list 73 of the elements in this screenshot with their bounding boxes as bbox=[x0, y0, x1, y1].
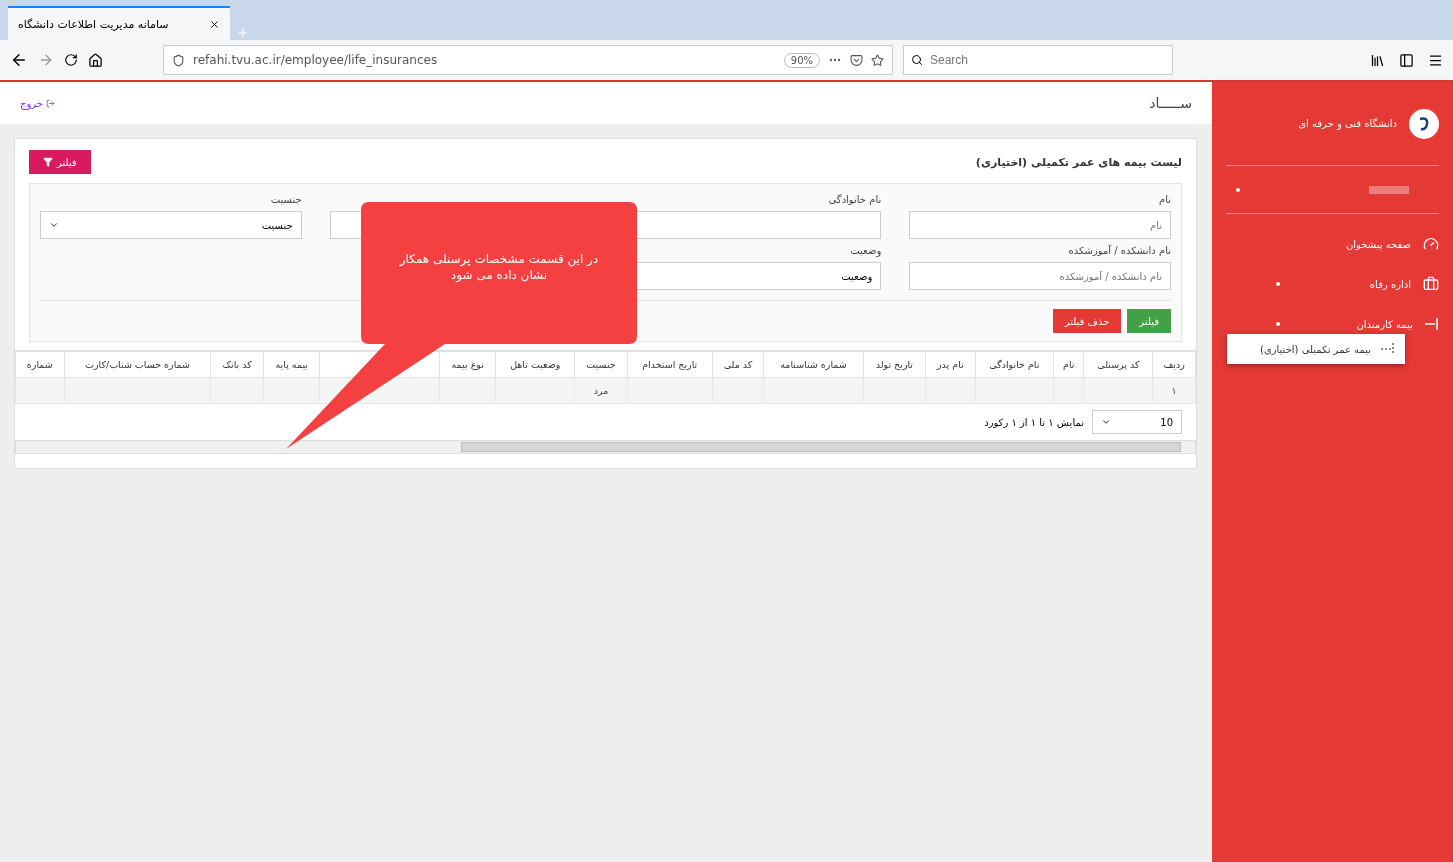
brand-name: ســـــاد bbox=[1149, 95, 1192, 111]
briefcase-icon bbox=[1423, 276, 1439, 292]
logo-icon bbox=[1409, 108, 1439, 139]
column-header[interactable]: کد بانک bbox=[210, 351, 264, 378]
table-cell: مرد bbox=[574, 377, 628, 404]
logout-link[interactable]: خروج bbox=[20, 97, 55, 109]
search-field[interactable]: Search bbox=[903, 45, 1173, 75]
field-label: وضعیت bbox=[849, 245, 882, 258]
column-header[interactable]: ردیف bbox=[1152, 351, 1196, 378]
table-cell bbox=[863, 377, 926, 404]
field-label: نام bbox=[1157, 194, 1171, 207]
clear-filter-button[interactable]: حذف فیلتر bbox=[1052, 309, 1122, 333]
dash-icon bbox=[1425, 318, 1439, 330]
table-cell bbox=[210, 377, 264, 404]
sidebar-item[interactable]: صفحه پیشخوان bbox=[1226, 224, 1439, 264]
org-name: دانشگاه فنی و حرفه ای bbox=[1298, 118, 1397, 129]
column-header[interactable]: شماره شناسنامه bbox=[763, 351, 863, 378]
field-label: نام خانوادگی bbox=[827, 194, 882, 207]
table-cell bbox=[1083, 377, 1153, 404]
submenu-item[interactable]: بیمه عمر تکمیلی (اختیاری) bbox=[1227, 334, 1405, 364]
dot-icon bbox=[1236, 187, 1240, 192]
dash-icon bbox=[1381, 343, 1395, 355]
page-title: لیست بیمه های عمر تکمیلی (اختیاری) bbox=[975, 155, 1182, 169]
record-summary: نمایش ۱ تا ۱ از ۱ رکورد bbox=[984, 416, 1084, 428]
page-size-select[interactable]: 10 bbox=[1092, 410, 1182, 434]
reload-icon[interactable] bbox=[64, 53, 78, 67]
column-header[interactable]: کد پرسنلی bbox=[1083, 351, 1153, 378]
pocket-icon[interactable] bbox=[850, 53, 863, 67]
table-cell bbox=[263, 377, 320, 404]
browser-tab[interactable]: سامانه مدیریت اطلاعات دانشگاه bbox=[8, 6, 230, 40]
column-header[interactable]: کد ملی bbox=[712, 351, 764, 378]
table-cell: ۱ bbox=[1152, 377, 1196, 404]
table-cell bbox=[925, 377, 976, 404]
menu-icon[interactable] bbox=[1428, 52, 1443, 68]
sidebar-item[interactable]: اداره رفاه bbox=[1226, 264, 1439, 304]
logout-icon bbox=[46, 98, 55, 108]
select-field[interactable]: جنسیت bbox=[40, 211, 302, 239]
address-bar[interactable]: refahi.tvu.ac.ir/employee/life_insurances 90% bbox=[163, 45, 893, 75]
column-header[interactable]: شماره حساب شتاب/کارت bbox=[64, 351, 211, 378]
column-header[interactable]: جنسیت bbox=[574, 351, 628, 378]
horizontal-scrollbar[interactable] bbox=[15, 440, 1196, 454]
column-header[interactable]: نام bbox=[1053, 351, 1084, 378]
back-icon[interactable] bbox=[10, 51, 28, 69]
column-header[interactable]: نام خانوادگی bbox=[975, 351, 1054, 378]
column-header[interactable]: نام پدر bbox=[925, 351, 976, 378]
callout-text: در این قسمت مشخصات پرسنلی همکار نشان داده می شود bbox=[398, 252, 600, 284]
table-cell bbox=[1053, 377, 1084, 404]
shield-icon bbox=[172, 53, 185, 67]
column-header[interactable]: نوع بیمه bbox=[439, 351, 496, 378]
input-field[interactable]: نام دانشکده / آموزشکده bbox=[909, 262, 1171, 290]
column-header[interactable]: شماره bbox=[15, 351, 65, 378]
field-label: جنسیت bbox=[269, 194, 302, 207]
table-cell bbox=[712, 377, 764, 404]
field-label: نام دانشکده / آموزشکده bbox=[1067, 245, 1171, 258]
table-cell bbox=[439, 377, 496, 404]
column-header[interactable]: وضعیت تاهل bbox=[495, 351, 575, 378]
chevron-down-icon bbox=[49, 220, 59, 230]
filter-icon bbox=[43, 157, 53, 167]
sidebar-icon[interactable] bbox=[1399, 52, 1414, 68]
input-field[interactable]: نام bbox=[909, 211, 1171, 239]
filter-toggle-button[interactable]: فیلتر bbox=[29, 150, 91, 174]
home-icon[interactable] bbox=[88, 52, 103, 68]
gauge-icon bbox=[1423, 236, 1439, 252]
column-header[interactable]: تاریخ تولد bbox=[863, 351, 926, 378]
column-header[interactable]: بیمه پایه bbox=[263, 351, 320, 378]
close-icon[interactable] bbox=[209, 18, 220, 30]
column-header[interactable]: تاریخ استخدام bbox=[627, 351, 713, 378]
url-text: refahi.tvu.ac.ir/employee/life_insurances bbox=[193, 53, 438, 67]
chevron-down-icon bbox=[1101, 417, 1111, 427]
library-icon[interactable] bbox=[1370, 52, 1385, 68]
bookmark-icon[interactable] bbox=[871, 53, 884, 67]
tab-title: سامانه مدیریت اطلاعات دانشگاه bbox=[18, 17, 169, 31]
blurred-user-name bbox=[1369, 185, 1409, 194]
